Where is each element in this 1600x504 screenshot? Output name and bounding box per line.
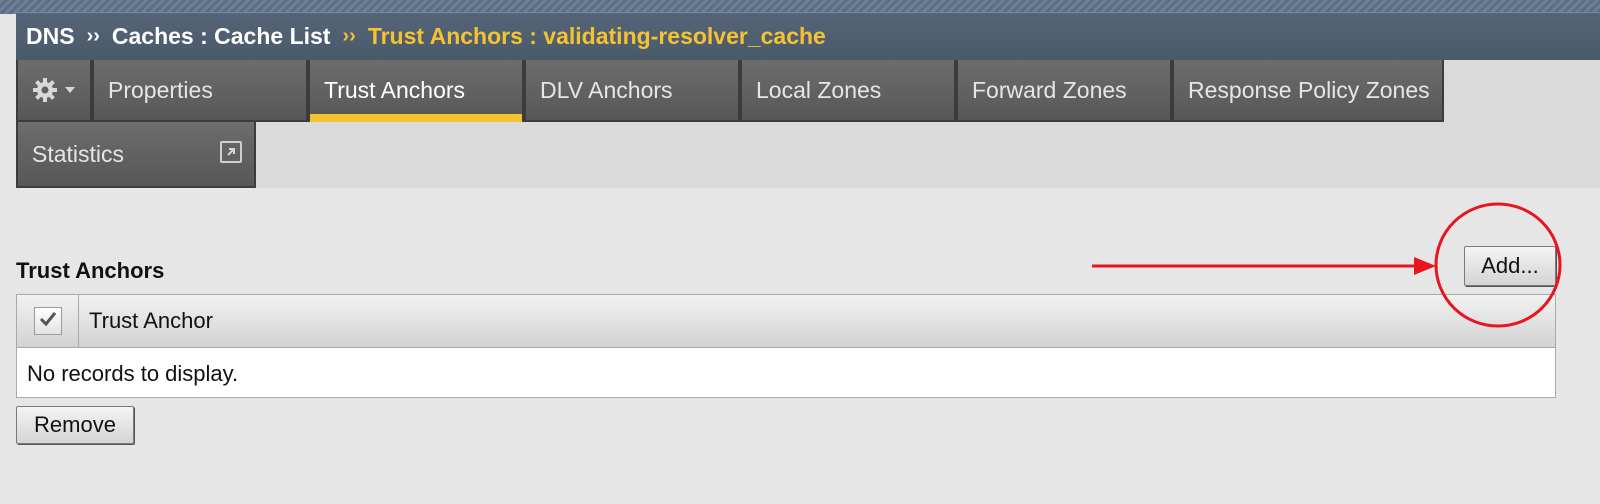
select-all-checkbox[interactable] bbox=[33, 307, 62, 335]
tab-local-zones[interactable]: Local Zones bbox=[740, 60, 956, 122]
tab-label: Properties bbox=[108, 76, 213, 103]
table-header: Trust Anchor bbox=[17, 295, 1555, 348]
select-all-cell bbox=[17, 295, 79, 347]
breadcrumb-separator: ›› bbox=[86, 25, 100, 47]
tab-response-policy-zones[interactable]: Response Policy Zones bbox=[1172, 60, 1444, 122]
settings-menu-button[interactable] bbox=[16, 60, 92, 122]
column-header-trust-anchor[interactable]: Trust Anchor bbox=[89, 295, 213, 347]
tab-trust-anchors[interactable]: Trust Anchors bbox=[308, 60, 524, 122]
tab-label: Statistics bbox=[32, 140, 125, 167]
tab-forward-zones[interactable]: Forward Zones bbox=[956, 60, 1172, 122]
tab-label: Response Policy Zones bbox=[1188, 76, 1430, 103]
remove-button[interactable]: Remove bbox=[16, 406, 134, 444]
trust-anchor-table: Trust Anchor No records to display. bbox=[16, 294, 1556, 398]
breadcrumb-separator: ›› bbox=[342, 25, 356, 47]
breadcrumb-root[interactable]: DNS bbox=[26, 23, 75, 50]
tab-properties[interactable]: Properties bbox=[92, 60, 308, 122]
checkmark-icon bbox=[39, 311, 57, 332]
external-link-icon[interactable] bbox=[220, 141, 242, 163]
section-title: Trust Anchors bbox=[16, 258, 165, 283]
active-tab-indicator bbox=[310, 114, 522, 122]
empty-table-message: No records to display. bbox=[27, 361, 239, 386]
tab-dlv-anchors[interactable]: DLV Anchors bbox=[524, 60, 740, 122]
gear-icon bbox=[32, 77, 58, 103]
breadcrumb-parent[interactable]: Caches : Cache List bbox=[112, 23, 331, 50]
tab-label: Trust Anchors bbox=[324, 76, 466, 103]
tab-label: DLV Anchors bbox=[540, 76, 673, 103]
add-button[interactable]: Add... bbox=[1464, 246, 1556, 286]
breadcrumb: DNS ›› Caches : Cache List ›› Trust Anch… bbox=[16, 12, 1600, 60]
breadcrumb-current: Trust Anchors : validating-resolver_cach… bbox=[367, 23, 826, 49]
tab-label: Local Zones bbox=[756, 76, 882, 103]
tab-bar: Properties Trust Anchors DLV Anchors Loc… bbox=[16, 60, 1600, 188]
tab-label: Forward Zones bbox=[972, 76, 1127, 103]
chevron-down-icon bbox=[64, 86, 76, 94]
tab-statistics[interactable]: Statistics bbox=[16, 122, 256, 188]
annotation-arrow-head bbox=[1414, 257, 1436, 275]
